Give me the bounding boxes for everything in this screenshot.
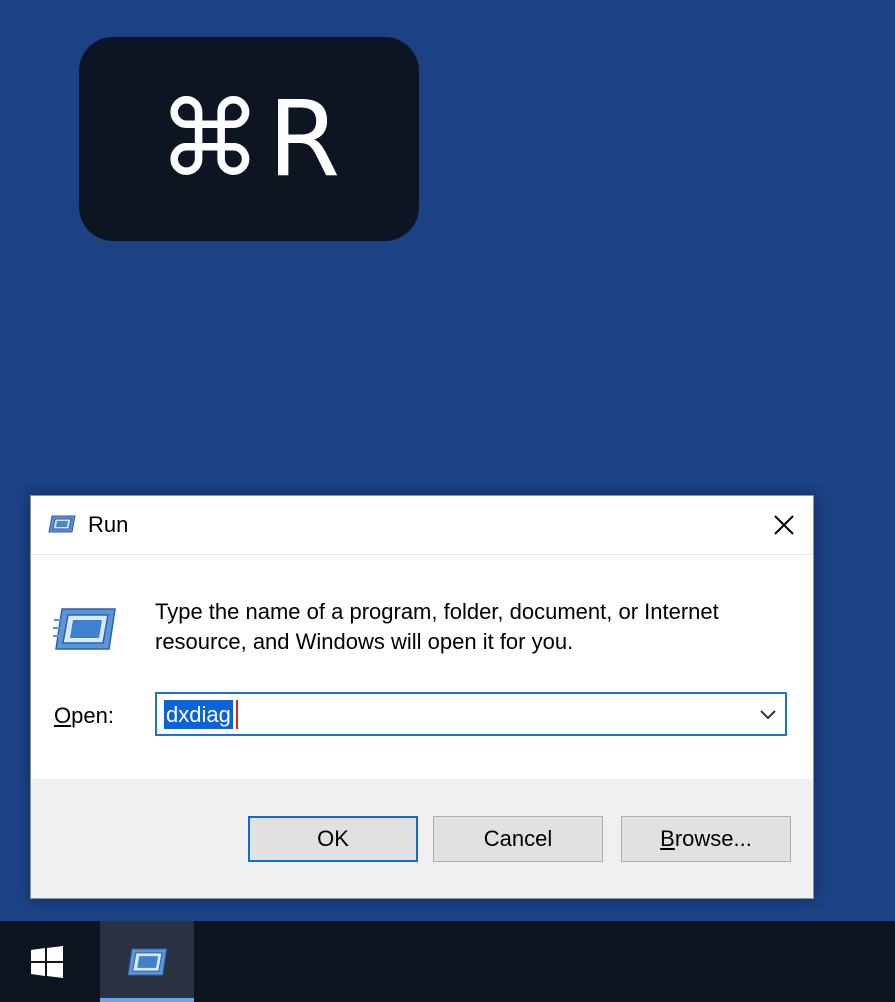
text-caret [236,700,238,729]
dialog-description: Type the name of a program, folder, docu… [155,599,719,654]
run-icon [48,515,76,533]
title-divider [31,554,813,555]
run-icon [127,947,168,976]
taskbar [0,921,895,1002]
dialog-button-bar: OK Cancel Browse... [31,779,813,898]
command-key-icon: ⌘ [157,78,268,200]
browse-accelerator: B [660,826,675,851]
active-indicator [100,998,194,1002]
start-button[interactable] [0,921,94,1002]
taskbar-run-app[interactable] [100,921,194,1002]
open-input-value[interactable]: dxdiag [164,700,233,729]
keyboard-shortcut-badge: ⌘ R [79,37,419,241]
browse-button[interactable]: Browse... [621,816,791,862]
open-label-text: pen: [71,703,114,728]
close-button[interactable] [755,496,813,554]
dialog-title-bar[interactable]: Run [31,496,813,554]
close-icon [774,515,794,535]
dialog-title: Run [88,512,129,537]
ok-button[interactable]: OK [248,816,418,862]
run-dialog: Run Type the name of a program, folder, … [30,495,814,899]
cancel-button[interactable]: Cancel [433,816,603,862]
run-icon [53,608,116,650]
open-label: Open: [54,703,114,729]
open-dropdown-button[interactable] [751,694,785,734]
shortcut-key-label: R [267,78,341,200]
chevron-down-icon [760,710,776,720]
open-label-accelerator: O [54,703,72,728]
windows-logo-icon [31,945,63,978]
open-combobox[interactable]: dxdiag [155,692,787,736]
browse-label: rowse... [674,826,752,851]
